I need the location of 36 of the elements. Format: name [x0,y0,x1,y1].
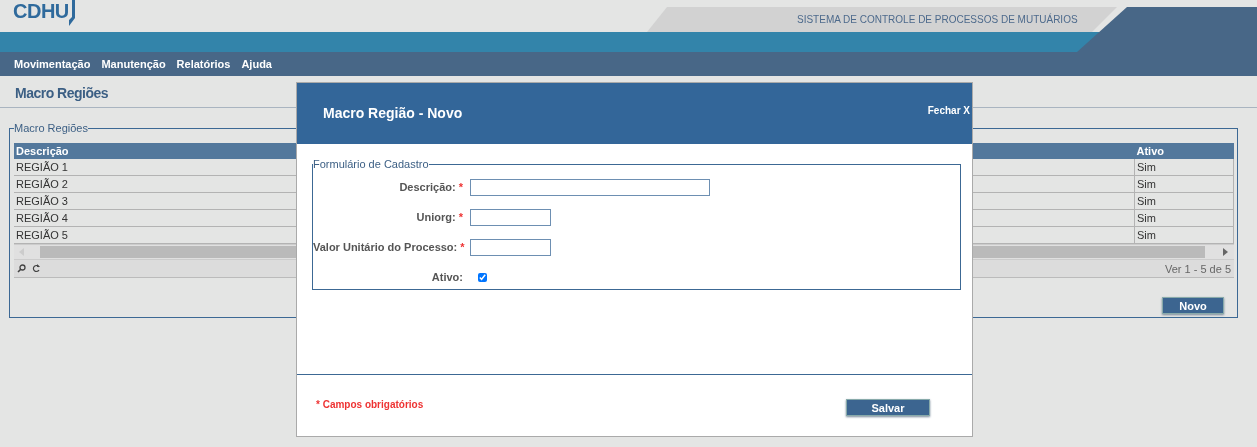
input-field[interactable] [470,208,551,226]
logo-mark-icon [68,0,77,26]
required-mark: * [460,241,465,253]
required-mark: * [458,211,463,223]
scroll-right-icon[interactable] [1223,248,1228,256]
checkbox[interactable] [478,272,487,282]
logo: CDHU [13,0,69,22]
field-label: Valor Unitário do Processo: [313,241,458,253]
table-cell: Sim [1134,226,1234,244]
table-cell: Sim [1134,175,1234,193]
modal-title: Macro Região - Novo [322,104,463,123]
form-legend: Formulário de Cadastro [313,158,429,170]
field-label: Uniorg: [416,211,456,223]
menu-item[interactable]: Relatórios [176,58,231,70]
group-legend: Macro Regiões [14,122,88,134]
search-icon[interactable] [17,264,26,273]
save-button[interactable]: Salvar [846,399,930,416]
table-cell: Sim [1134,159,1234,176]
field-label: Descrição: [399,181,456,193]
table-cell: Sim [1134,192,1234,210]
input-field[interactable] [470,178,710,196]
field-label: Ativo: [431,271,463,283]
menu-item[interactable]: Movimentação [14,58,91,70]
page-title: Macro Regiões [15,85,109,101]
new-button[interactable]: Novo [1162,297,1224,314]
required-note: * Campos obrigatórios [316,399,424,410]
refresh-icon[interactable] [32,264,41,273]
table-cell: Sim [1134,209,1234,227]
required-mark: * [458,181,463,193]
column-header[interactable]: Ativo [1134,143,1234,159]
input-field[interactable] [470,238,551,256]
system-title: SISTEMA DE CONTROLE DE PROCESSOS DE MUTUÁRIOS [797,14,1078,25]
menu-item[interactable]: Ajuda [241,58,272,70]
close-link[interactable]: Fechar X [927,105,970,117]
menu-item[interactable]: Manutenção [101,58,166,70]
pager-text: Ver 1 - 5 de 5 [1164,262,1231,275]
